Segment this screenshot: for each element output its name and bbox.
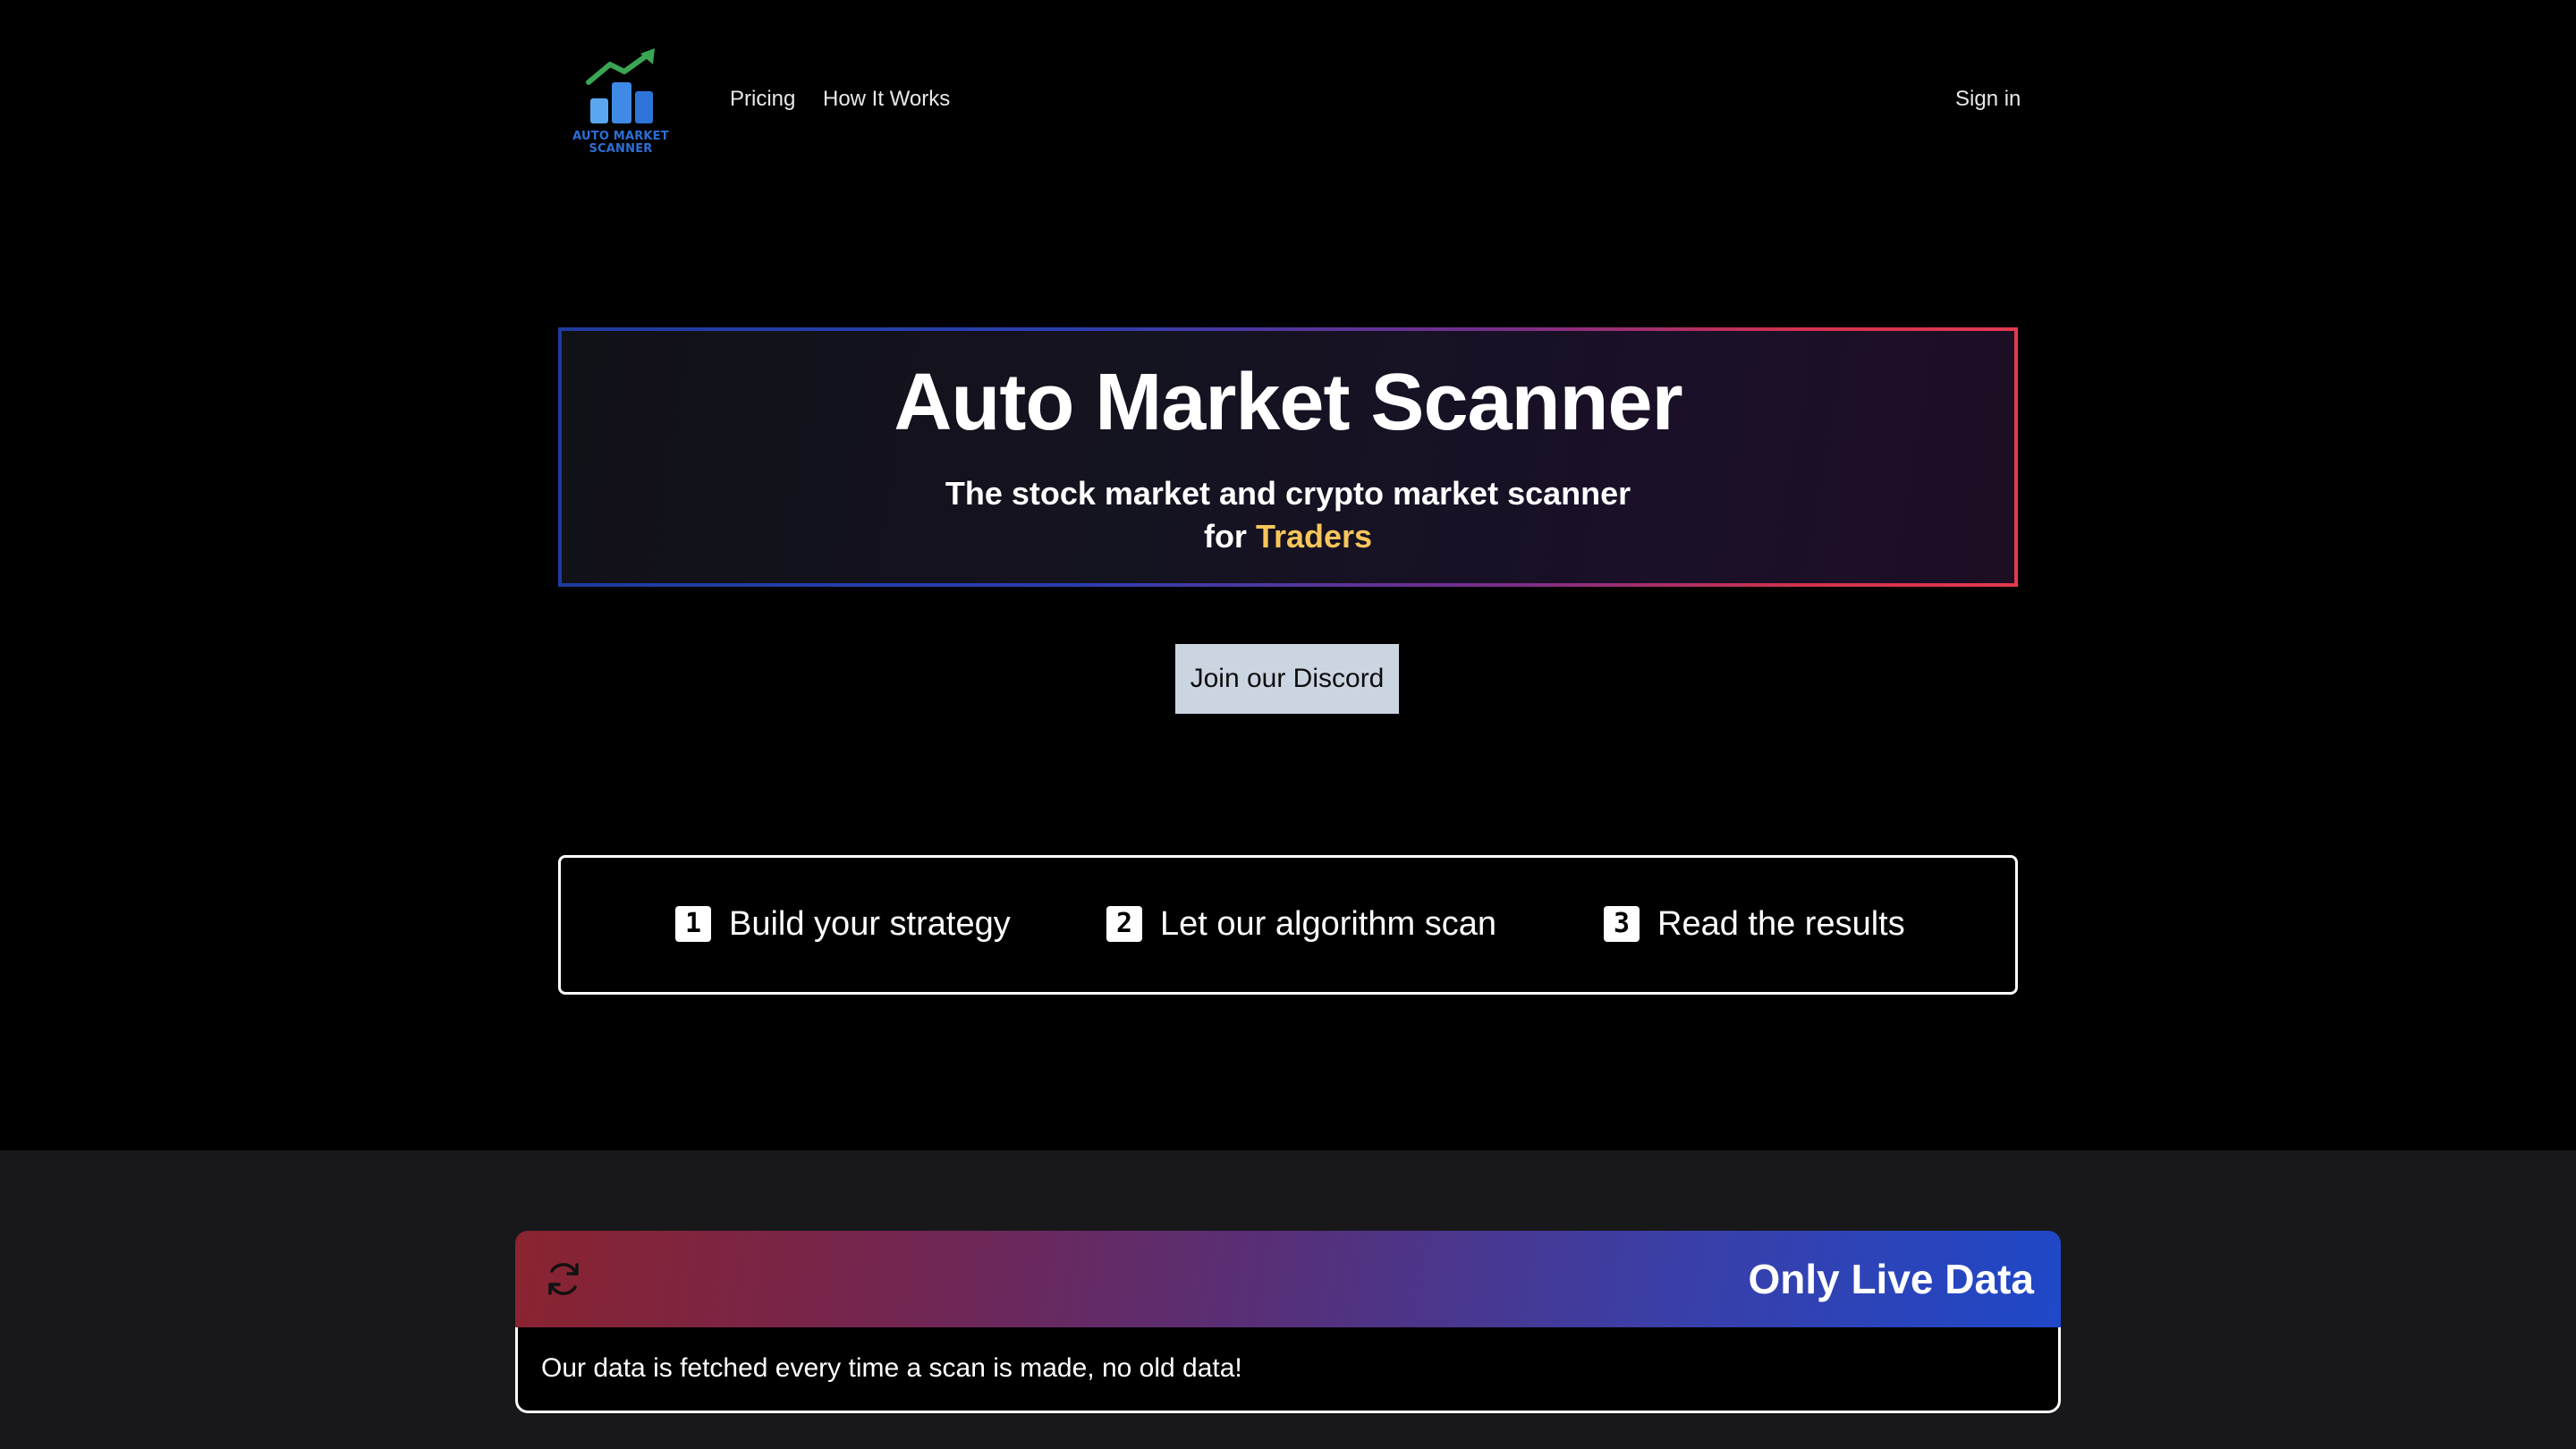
site-logo[interactable]: AUTO MARKET SCANNER	[562, 45, 678, 157]
feature-card-body: Our data is fetched every time a scan is…	[515, 1327, 2061, 1413]
step-number-badge: 3	[1604, 906, 1640, 942]
feature-card-header: Only Live Data	[515, 1231, 2061, 1327]
step-build-strategy: 1 Build your strategy	[675, 904, 1011, 944]
hero-subtitle: The stock market and crypto market scann…	[562, 472, 2014, 558]
nav-how-it-works-link[interactable]: How It Works	[823, 86, 950, 113]
hero-subtitle-highlight: Traders	[1255, 518, 1373, 555]
hero-subtitle-line2: for Traders	[562, 515, 2014, 558]
feature-title: Only Live Data	[1748, 1256, 2034, 1302]
hero-title: Auto Market Scanner	[894, 358, 1682, 447]
refresh-icon	[548, 1263, 579, 1295]
logo-text: AUTO MARKET SCANNER	[572, 130, 669, 156]
sign-in-link[interactable]: Sign in	[1955, 86, 2021, 113]
hero-subtitle-prefix: for	[1203, 518, 1247, 555]
step-label: Build your strategy	[729, 905, 1011, 943]
feature-description: Our data is fetched every time a scan is…	[541, 1353, 1242, 1383]
feature-card-live-data: Only Live Data Our data is fetched every…	[515, 1231, 2061, 1413]
step-label: Read the results	[1657, 905, 1905, 943]
step-number-badge: 1	[675, 906, 711, 942]
step-read-results: 3 Read the results	[1604, 904, 1905, 944]
step-number-badge: 2	[1106, 906, 1142, 942]
nav-pricing-link[interactable]: Pricing	[730, 86, 795, 113]
step-algorithm-scan: 2 Let our algorithm scan	[1106, 904, 1496, 944]
how-it-works-steps: 1 Build your strategy 2 Let our algorith…	[558, 855, 2018, 995]
hero-subtitle-line1: The stock market and crypto market scann…	[945, 475, 1631, 512]
hero-banner: Auto Market Scanner The stock market and…	[558, 327, 2018, 587]
join-discord-button[interactable]: Join our Discord	[1175, 644, 1399, 714]
site-header: AUTO MARKET SCANNER Pricing How It Works…	[555, 39, 2027, 165]
features-section: Only Live Data Our data is fetched every…	[0, 1150, 2576, 1449]
bar-chart-logo-icon	[586, 48, 655, 123]
step-label: Let our algorithm scan	[1160, 905, 1496, 943]
